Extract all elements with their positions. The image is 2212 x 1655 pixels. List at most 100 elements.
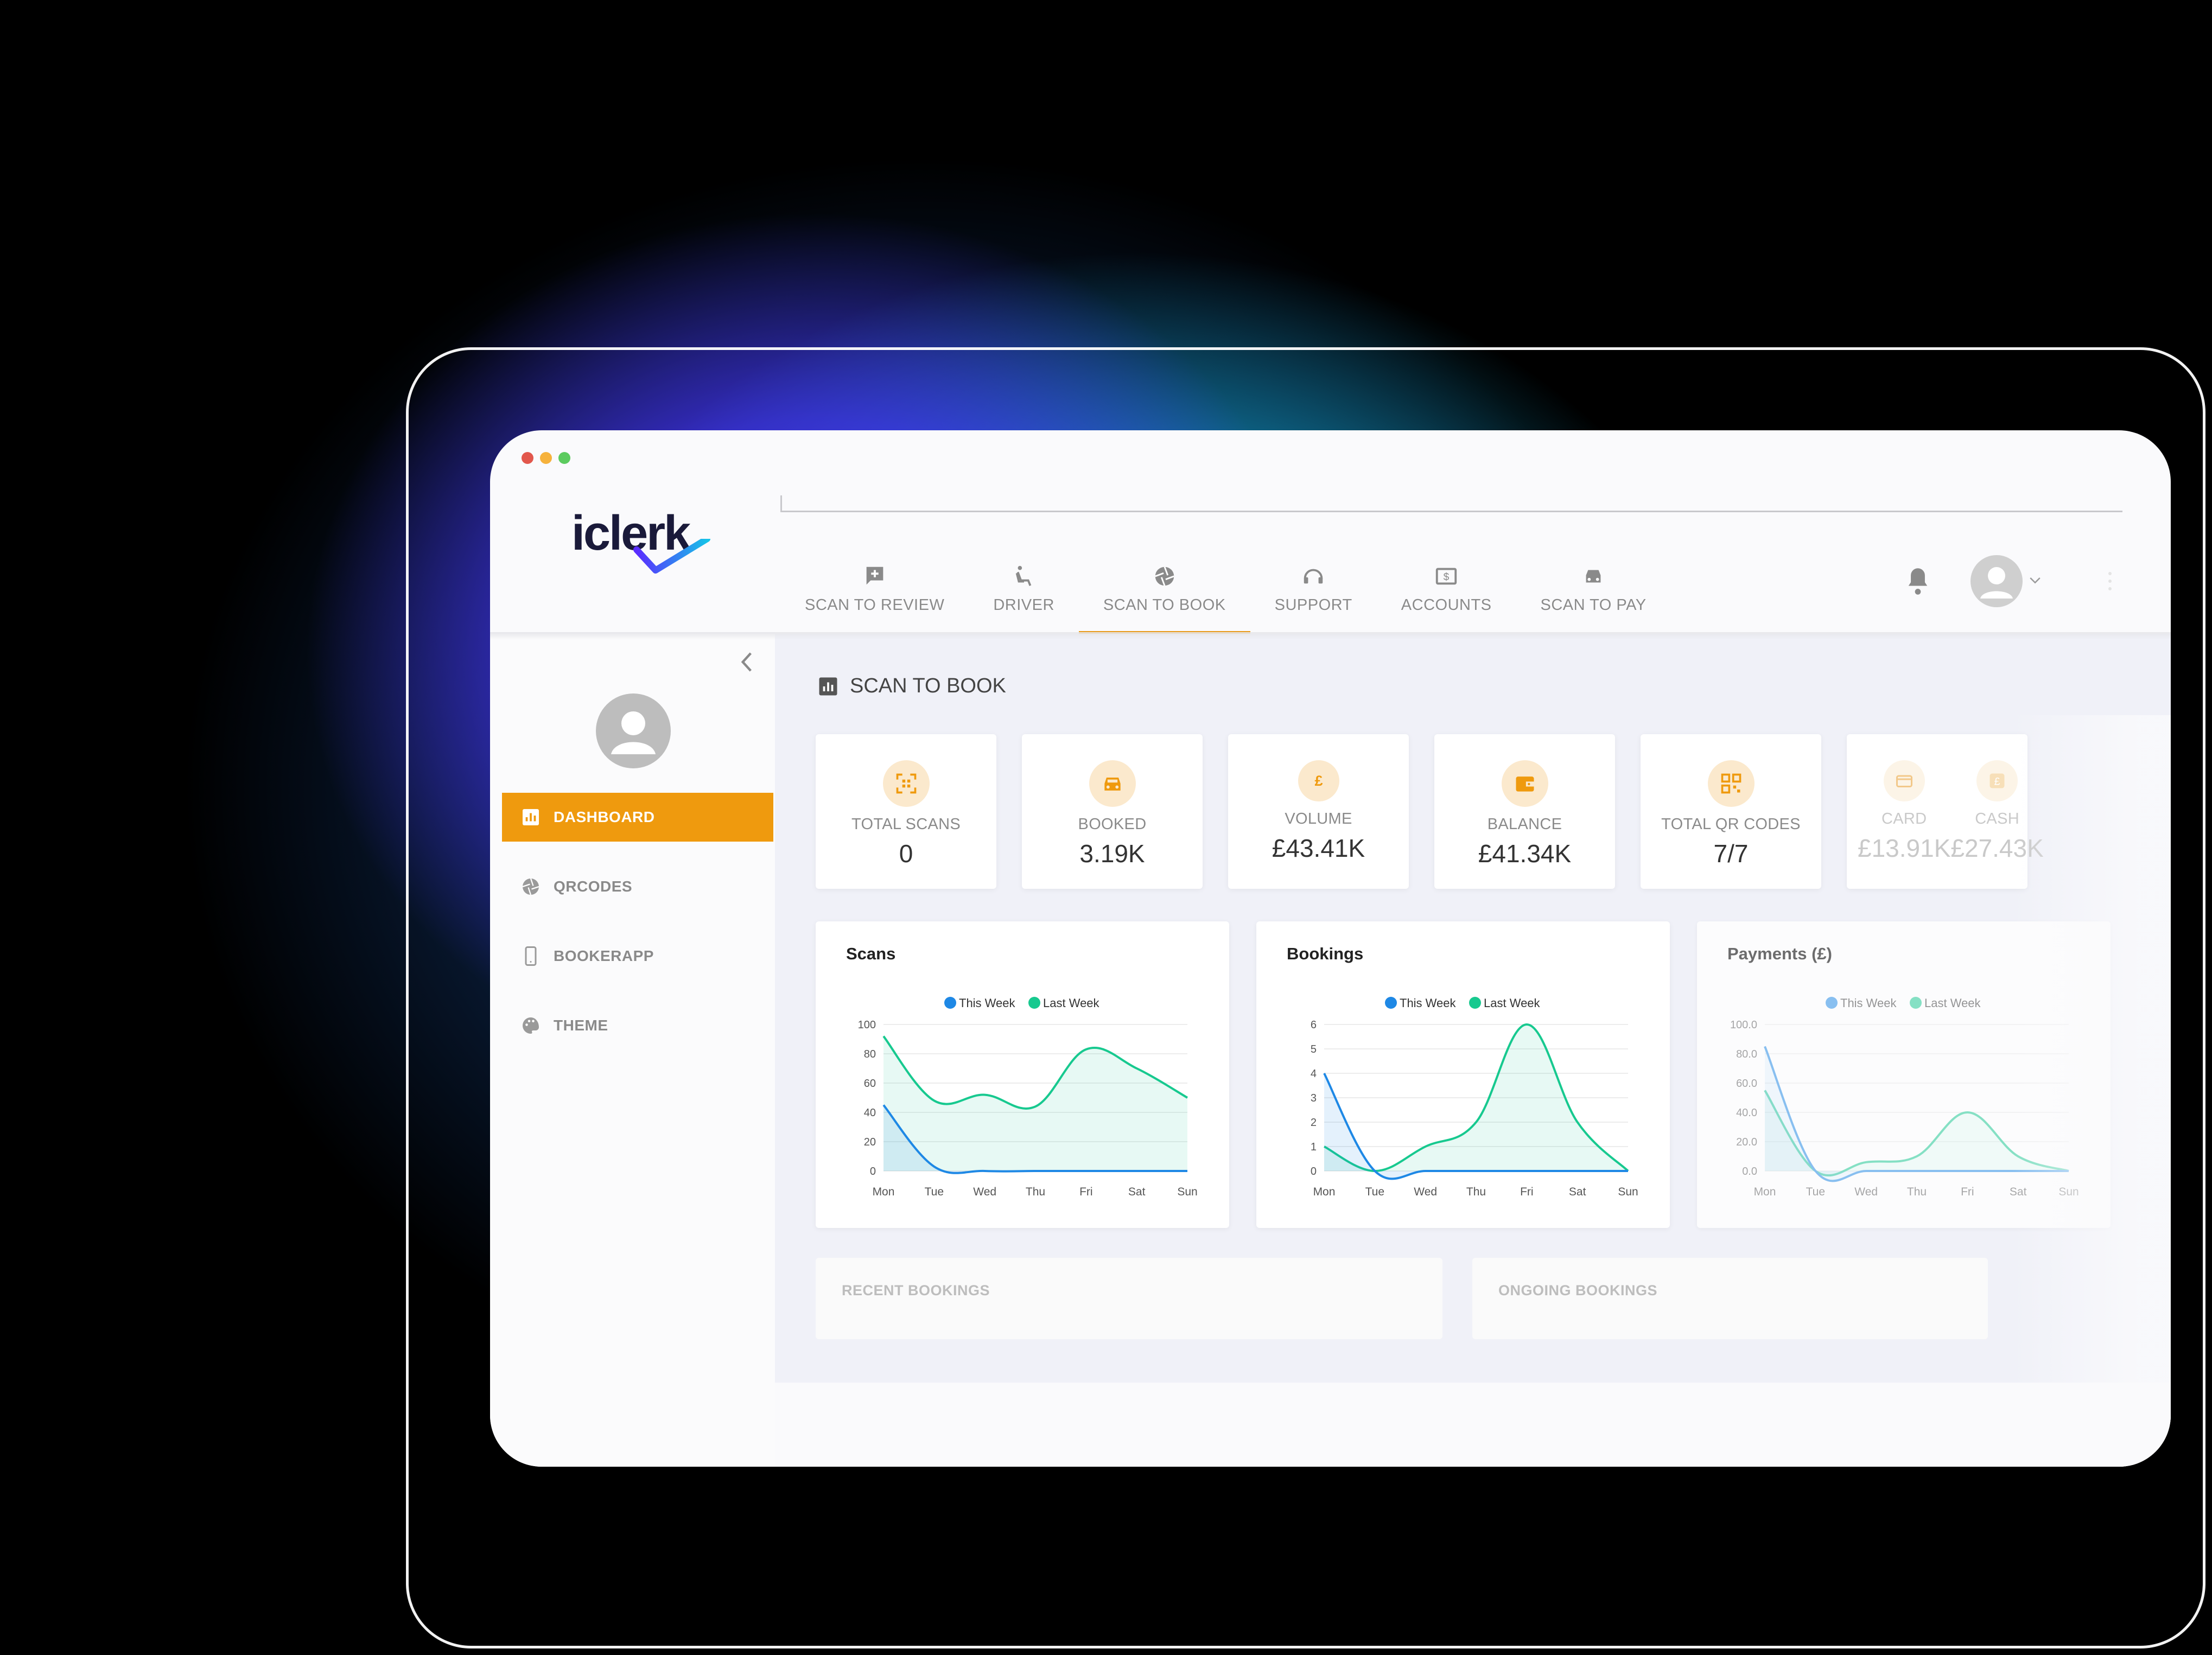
y-tick-label: 40 (864, 1107, 876, 1119)
tab-label: ACCOUNTS (1401, 596, 1492, 614)
y-tick-label: 40.0 (1736, 1107, 1757, 1119)
sidebar-item-theme[interactable]: THEME (502, 1001, 773, 1050)
tab-label: SCAN TO BOOK (1103, 596, 1226, 614)
y-tick-label: 0 (870, 1166, 876, 1177)
legend-marker[interactable] (1469, 997, 1481, 1009)
maximize-window-dot[interactable] (558, 452, 570, 464)
tab-support[interactable]: SUPPORT (1250, 544, 1377, 634)
user-avatar-button[interactable] (1971, 555, 2023, 607)
profile-avatar[interactable] (596, 693, 671, 768)
logo-check-icon (633, 539, 710, 574)
stat-value: £41.34K (1478, 839, 1572, 868)
stat-value: 0 (899, 839, 913, 868)
tab-scan-to-review[interactable]: SCAN TO REVIEW (780, 544, 969, 634)
sidebar: DASHBOARD QRCODES BOOKERAPP THEME (490, 634, 778, 1467)
headset-icon (1304, 569, 1323, 584)
page-title-text: SCAN TO BOOK (850, 674, 1006, 697)
x-tick-label: Sat (2010, 1186, 2027, 1198)
qr-code-icon (1707, 760, 1755, 807)
tab-accounts[interactable]: $ ACCOUNTS (1377, 544, 1516, 634)
taxi-icon (1586, 570, 1601, 583)
seat-icon (1015, 565, 1031, 586)
tab-scan-to-pay[interactable]: SCAN TO PAY (1516, 544, 1671, 634)
aperture-icon (522, 878, 539, 895)
legend-marker[interactable] (1028, 997, 1040, 1009)
sidebar-item-label: BOOKERAPP (554, 947, 654, 964)
x-tick-label: Wed (973, 1186, 996, 1198)
y-tick-label: 5 (1311, 1043, 1317, 1055)
stat-value: 7/7 (1713, 839, 1749, 868)
search-bar[interactable] (780, 495, 2122, 512)
stat-card-volume[interactable]: £ VOLUME £43.41K (1228, 734, 1409, 889)
x-tick-label: Sun (1618, 1186, 1638, 1198)
close-window-dot[interactable] (522, 452, 533, 464)
tab-driver[interactable]: DRIVER (969, 544, 1079, 634)
y-tick-label: 1 (1311, 1141, 1317, 1153)
stat-value: £27.43K (1950, 834, 2044, 862)
tab-label: SUPPORT (1274, 596, 1352, 614)
bottom-blank-area (775, 1383, 2171, 1467)
chart-card-bookings: Bookings This Week Last Week 0 1 2 3 4 5 6 Mon Tue… (1256, 921, 1670, 1228)
user-silhouette-icon (611, 711, 656, 754)
card-icon (1883, 760, 1925, 801)
chart-card-scans: Scans This Week Last Week 0 20 40 60 80 100 Mon T… (816, 921, 1229, 1228)
qr-scan-icon (882, 760, 930, 807)
stat-label: TOTAL SCANS (851, 816, 961, 833)
sidebar-item-label: THEME (554, 1017, 608, 1034)
legend-marker[interactable] (1826, 997, 1838, 1009)
x-tick-label: Thu (1907, 1186, 1927, 1198)
wallet-icon (1501, 760, 1548, 807)
stat-value: £13.91K (1858, 834, 1951, 862)
y-tick-label: 60 (864, 1078, 876, 1090)
x-tick-label: Fri (1961, 1186, 1974, 1198)
chevron-down-icon[interactable] (2027, 572, 2043, 589)
car-icon (1089, 760, 1136, 807)
collapse-sidebar-icon[interactable] (737, 650, 757, 674)
stat-card-card-cash[interactable]: CARD £13.91K £ CASH £27.43K (1847, 734, 2044, 889)
x-tick-label: Wed (1854, 1186, 1878, 1198)
y-tick-label: 2 (1311, 1117, 1317, 1129)
notification-bell-icon[interactable] (1904, 566, 1932, 596)
stat-card-total-qr-codes[interactable]: TOTAL QR CODES 7/7 (1641, 734, 1821, 889)
x-tick-label: Tue (1365, 1186, 1384, 1198)
sidebar-menu: DASHBOARD QRCODES BOOKERAPP THEME (502, 793, 773, 1071)
y-tick-label: 20.0 (1736, 1136, 1757, 1148)
legend-label: This Week (1400, 996, 1457, 1010)
stat-card-total-scans[interactable]: TOTAL SCANS 0 (816, 734, 996, 889)
minimize-window-dot[interactable] (540, 452, 552, 464)
y-tick-label: 20 (864, 1136, 876, 1148)
stat-card-booked[interactable]: BOOKED 3.19K (1022, 734, 1203, 889)
app-window: iclerk SCAN TO REVIEW DRIVER SCAN TO BOO… (490, 430, 2171, 1467)
svg-text:£: £ (1314, 773, 1323, 789)
page-title: SCAN TO BOOK (818, 674, 1006, 698)
legend-label: This Week (959, 996, 1016, 1010)
sidebar-item-dashboard[interactable]: DASHBOARD (502, 793, 773, 842)
sidebar-item-bookerapp[interactable]: BOOKERAPP (502, 932, 773, 981)
svg-text:$: $ (1444, 572, 1450, 583)
more-options-icon[interactable] (2107, 570, 2113, 592)
tab-scan-to-book[interactable]: SCAN TO BOOK (1078, 544, 1250, 635)
legend-marker[interactable] (944, 997, 956, 1009)
stat-label: BALANCE (1487, 816, 1562, 833)
legend-marker[interactable] (1385, 997, 1397, 1009)
x-tick-label: Wed (1414, 1186, 1437, 1198)
ongoing-bookings-card: ONGOING BOOKINGS (1472, 1258, 1988, 1339)
pound-icon: £ (1976, 760, 2018, 801)
app-logo[interactable]: iclerk (571, 506, 713, 574)
x-tick-label: Sat (1128, 1186, 1146, 1198)
sidebar-item-qrcodes[interactable]: QRCODES (502, 862, 773, 911)
series-area (883, 1036, 1187, 1171)
bar-chart-icon (819, 677, 837, 695)
window-controls (522, 452, 570, 464)
bookings-chart: This Week Last Week 0 1 2 3 4 5 6 Mon Tue Wed Thu Fri… (1311, 996, 1638, 1198)
y-tick-label: 4 (1311, 1068, 1317, 1080)
ongoing-bookings-title: ONGOING BOOKINGS (1498, 1282, 1658, 1298)
dual-stat: CARD £13.91K £ CASH £27.43K (1847, 734, 2044, 863)
legend-marker[interactable] (1910, 997, 1922, 1009)
stat-card-balance[interactable]: BALANCE £41.34K (1434, 734, 1615, 889)
stat-label: TOTAL QR CODES (1661, 816, 1801, 833)
top-nav: SCAN TO REVIEW DRIVER SCAN TO BOOK SUPPO… (780, 544, 1671, 636)
x-tick-label: Sat (1569, 1186, 1586, 1198)
x-tick-label: Mon (873, 1186, 895, 1198)
palette-icon (523, 1017, 539, 1034)
